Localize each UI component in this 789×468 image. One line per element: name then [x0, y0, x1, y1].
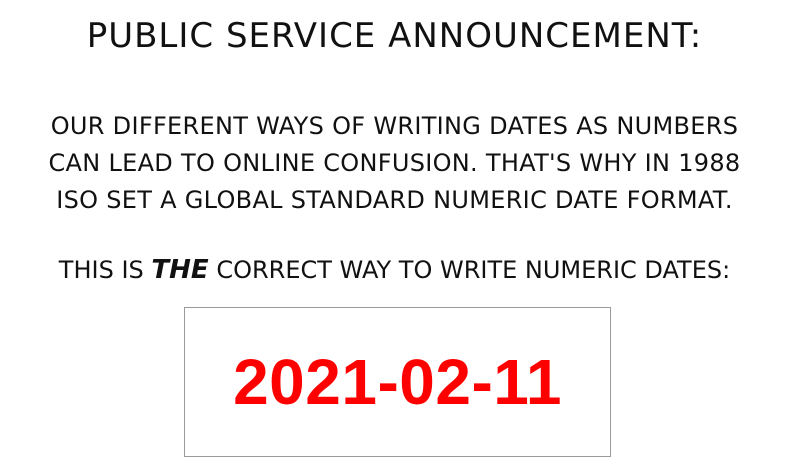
correct-way-statement: THIS IS THE CORRECT WAY TO WRITE NUMERIC… [0, 250, 789, 290]
iso-date-value: 2021-02-11 [233, 346, 562, 418]
date-box: 2021-02-11 [184, 307, 611, 457]
correct-suffix: CORRECT WAY TO WRITE NUMERIC DATES: [216, 256, 731, 284]
correct-emphasis: THE [151, 255, 209, 285]
announcement-body: OUR DIFFERENT WAYS OF WRITING DATES AS N… [20, 108, 769, 219]
body-line: ISO SET A GLOBAL STANDARD NUMERIC DATE F… [56, 186, 733, 214]
correct-prefix: THIS IS [58, 256, 144, 284]
psa-comic: PUBLIC SERVICE ANNOUNCEMENT: OUR DIFFERE… [0, 0, 789, 468]
body-line: OUR DIFFERENT WAYS OF WRITING DATES AS N… [50, 112, 739, 140]
announcement-title: PUBLIC SERVICE ANNOUNCEMENT: [86, 16, 703, 56]
body-line: CAN LEAD TO ONLINE CONFUSION. THAT'S WHY… [48, 149, 741, 177]
